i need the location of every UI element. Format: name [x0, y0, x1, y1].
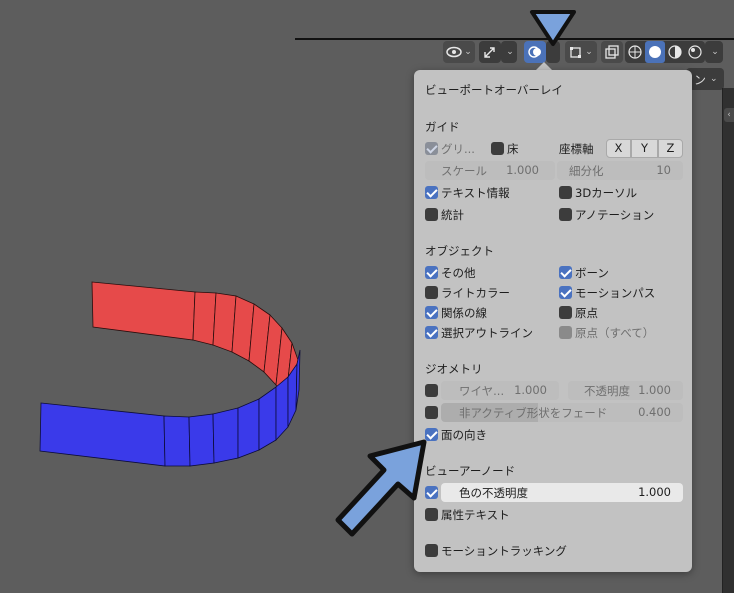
visibility-dropdown[interactable]: ⌄	[443, 41, 475, 63]
motion-paths-label: モーションパス	[575, 286, 656, 300]
wireframe-label: ワイヤ...	[459, 384, 505, 398]
text-info-checkbox[interactable]	[425, 186, 438, 199]
outline-selected-label: 選択アウトライン	[441, 326, 533, 340]
shading-dropdown[interactable]: ⌄	[705, 41, 723, 63]
wireframe-shading-icon	[628, 45, 642, 59]
guides-heading: ガイド	[425, 120, 460, 134]
wireframe-opacity-field[interactable]: 不透明度 1.000	[568, 381, 683, 400]
text-info-label: テキスト情報	[441, 186, 510, 200]
viewer-node-heading: ビューアーノード	[425, 464, 516, 478]
subdivisions-value: 10	[656, 163, 671, 177]
callout-triangle-icon	[530, 10, 576, 46]
fade-inactive-checkbox[interactable]	[425, 406, 438, 419]
viewport-header-border	[295, 38, 734, 40]
xray-toggle-button[interactable]	[601, 41, 623, 63]
wireframe-shading-button[interactable]	[625, 41, 645, 63]
color-opacity-value: 1.000	[638, 485, 671, 499]
origins-all-label: 原点（すべて）	[575, 326, 655, 340]
solid-shading-icon	[649, 46, 661, 58]
wireframe-field[interactable]: ワイヤ... 1.000	[441, 381, 559, 400]
gizmo-toggle-button[interactable]	[479, 41, 501, 63]
bones-checkbox[interactable]	[559, 266, 572, 279]
origins-all-checkbox[interactable]	[559, 326, 572, 339]
objects-heading: オブジェクト	[425, 244, 494, 258]
chevron-down-icon: ⌄	[506, 47, 514, 57]
scale-value: 1.000	[506, 163, 539, 177]
callout-arrow-icon	[335, 439, 427, 537]
relations-checkbox[interactable]	[425, 306, 438, 319]
axis-z-toggle[interactable]: Z	[658, 139, 683, 158]
extras-label: その他	[441, 266, 476, 280]
chevron-down-icon: ⌄	[585, 47, 593, 57]
fade-inactive-value: 0.400	[638, 405, 671, 419]
motion-paths-checkbox[interactable]	[559, 286, 572, 299]
solid-shading-button[interactable]	[645, 41, 665, 63]
fade-inactive-label: 非アクティブ形状をフェード	[459, 406, 608, 420]
sidebar-collapsed	[723, 88, 734, 593]
subdivisions-label: 細分化	[569, 164, 604, 178]
extras-checkbox[interactable]	[425, 266, 438, 279]
cursor-3d-label: 3Dカーソル	[575, 186, 638, 200]
annotation-checkbox[interactable]	[559, 208, 572, 221]
axes-label: 座標軸	[559, 142, 594, 156]
rendered-shading-button[interactable]	[685, 41, 705, 63]
subdivisions-field[interactable]: 細分化 10	[557, 161, 683, 180]
motion-tracking-label: モーショントラッキング	[441, 544, 567, 558]
chevron-down-icon: ⌄	[710, 74, 718, 84]
panel-title: ビューポートオーバーレイ	[425, 83, 563, 97]
mode-dropdown-label: ン	[694, 72, 707, 87]
bones-label: ボーン	[575, 266, 609, 280]
scale-label: スケール	[441, 164, 487, 178]
gizmo-icon	[484, 47, 495, 58]
fade-inactive-field[interactable]: 非アクティブ形状をフェード 0.400	[441, 403, 683, 422]
geometry-heading: ジオメトリ	[425, 362, 483, 376]
scale-field[interactable]: スケール 1.000	[425, 161, 555, 180]
wireframe-opacity-value: 1.000	[638, 383, 671, 397]
color-opacity-field[interactable]: 色の不透明度 1.000	[441, 483, 683, 502]
wireframe-value: 1.000	[514, 383, 547, 397]
gizmo-dropdown[interactable]: ⌄	[501, 41, 517, 63]
chevron-down-icon: ⌄	[711, 47, 719, 57]
stats-checkbox[interactable]	[425, 208, 438, 221]
shading-mode-group	[625, 41, 705, 63]
axis-y-toggle[interactable]: Y	[631, 139, 658, 158]
face-orientation-label: 面の向き	[441, 428, 487, 442]
floor-label: 床	[507, 142, 519, 156]
wireframe-checkbox[interactable]	[425, 384, 438, 397]
sidebar-expand-tab[interactable]: ‹	[724, 108, 734, 122]
rendered-shading-icon	[688, 45, 702, 59]
visibility-icon	[446, 46, 462, 58]
back-faces	[91, 281, 299, 400]
material-shading-button[interactable]	[665, 41, 685, 63]
floor-checkbox[interactable]	[491, 142, 504, 155]
wireframe-opacity-label: 不透明度	[584, 384, 630, 398]
grid-checkbox[interactable]	[425, 142, 438, 155]
axis-x-toggle[interactable]: X	[606, 139, 631, 158]
light-colors-label: ライトカラー	[441, 286, 510, 300]
color-opacity-label: 色の不透明度	[459, 486, 528, 500]
chevron-down-icon: ⌄	[464, 47, 472, 57]
annotation-label: アノテーション	[575, 208, 655, 222]
stats-label: 統計	[441, 208, 464, 222]
light-colors-checkbox[interactable]	[425, 286, 438, 299]
outline-selected-checkbox[interactable]	[425, 326, 438, 339]
attribute-text-label: 属性テキスト	[441, 508, 510, 522]
cursor-3d-checkbox[interactable]	[559, 186, 572, 199]
origins-checkbox[interactable]	[559, 306, 572, 319]
origins-label: 原点	[575, 306, 598, 320]
xray-icon	[605, 45, 619, 59]
relations-label: 関係の線	[441, 306, 487, 320]
material-shading-icon	[668, 45, 682, 59]
grid-label: グリ...	[441, 142, 475, 156]
